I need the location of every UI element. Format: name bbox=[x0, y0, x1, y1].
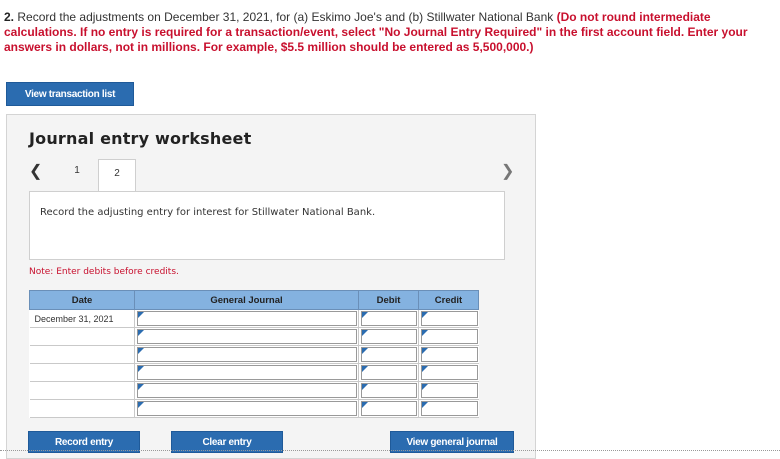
debit-cell bbox=[358, 309, 419, 328]
credit-input[interactable] bbox=[421, 401, 478, 416]
debit-input[interactable] bbox=[361, 383, 417, 398]
header-credit: Credit bbox=[418, 290, 479, 310]
journal-entry-worksheet: Journal entry worksheet ❮ 1 2 ❯ Record t… bbox=[6, 114, 536, 459]
debit-input[interactable] bbox=[361, 401, 417, 416]
debit-cell bbox=[358, 381, 419, 400]
credit-cell bbox=[418, 381, 479, 400]
divider bbox=[0, 450, 780, 451]
table-row bbox=[29, 363, 479, 382]
account-input[interactable] bbox=[137, 365, 357, 380]
account-cell bbox=[134, 363, 359, 382]
header-debit: Debit bbox=[358, 290, 419, 310]
date-cell bbox=[29, 327, 135, 346]
account-input[interactable] bbox=[137, 311, 357, 326]
credit-input[interactable] bbox=[421, 383, 478, 398]
credit-cell bbox=[418, 345, 479, 364]
header-general-journal: General Journal bbox=[134, 290, 359, 310]
chevron-left-icon[interactable]: ❮ bbox=[29, 161, 42, 181]
credit-cell bbox=[418, 327, 479, 346]
debit-input[interactable] bbox=[361, 365, 417, 380]
debit-input[interactable] bbox=[361, 329, 417, 344]
table-row bbox=[29, 327, 479, 346]
date-cell bbox=[29, 399, 135, 418]
debit-cell bbox=[358, 345, 419, 364]
date-cell: December 31, 2021 bbox=[29, 309, 135, 328]
note-text: Note: Enter debits before credits. bbox=[29, 267, 179, 277]
instruction-text: Record the adjusting entry for interest … bbox=[40, 207, 376, 218]
debit-input[interactable] bbox=[361, 347, 417, 362]
tab-1[interactable]: 1 bbox=[67, 165, 87, 176]
debit-cell bbox=[358, 327, 419, 346]
view-transaction-list-button[interactable]: View transaction list bbox=[6, 82, 134, 106]
account-input[interactable] bbox=[137, 329, 357, 344]
account-input[interactable] bbox=[137, 401, 357, 416]
tab-2-label: 2 bbox=[114, 168, 120, 179]
credit-cell bbox=[418, 309, 479, 328]
date-cell bbox=[29, 363, 135, 382]
date-cell bbox=[29, 345, 135, 364]
instruction-box: Record the adjusting entry for interest … bbox=[29, 191, 505, 260]
table-row: December 31, 2021 bbox=[29, 309, 479, 328]
table-row bbox=[29, 345, 479, 364]
question-text: 2. Record the adjustments on December 31… bbox=[4, 10, 774, 55]
account-cell bbox=[134, 345, 359, 364]
credit-input[interactable] bbox=[421, 365, 478, 380]
account-input[interactable] bbox=[137, 383, 357, 398]
debit-cell bbox=[358, 399, 419, 418]
header-date: Date bbox=[29, 290, 135, 310]
journal-header-row: Date General Journal Debit Credit bbox=[29, 290, 479, 310]
table-row bbox=[29, 381, 479, 400]
journal-table: Date General Journal Debit Credit Decemb… bbox=[29, 290, 479, 418]
debit-input[interactable] bbox=[361, 311, 417, 326]
worksheet-title: Journal entry worksheet bbox=[29, 129, 252, 148]
date-cell bbox=[29, 381, 135, 400]
debit-cell bbox=[358, 363, 419, 382]
table-row bbox=[29, 399, 479, 418]
account-cell bbox=[134, 309, 359, 328]
credit-cell bbox=[418, 399, 479, 418]
account-input[interactable] bbox=[137, 347, 357, 362]
credit-input[interactable] bbox=[421, 329, 478, 344]
credit-cell bbox=[418, 363, 479, 382]
account-cell bbox=[134, 381, 359, 400]
tab-2[interactable]: 2 bbox=[98, 159, 136, 191]
question-number: 2. bbox=[4, 10, 15, 24]
credit-input[interactable] bbox=[421, 347, 478, 362]
chevron-right-icon[interactable]: ❯ bbox=[501, 161, 514, 181]
question-body: Record the adjustments on December 31, 2… bbox=[17, 10, 554, 24]
account-cell bbox=[134, 327, 359, 346]
account-cell bbox=[134, 399, 359, 418]
credit-input[interactable] bbox=[421, 311, 478, 326]
